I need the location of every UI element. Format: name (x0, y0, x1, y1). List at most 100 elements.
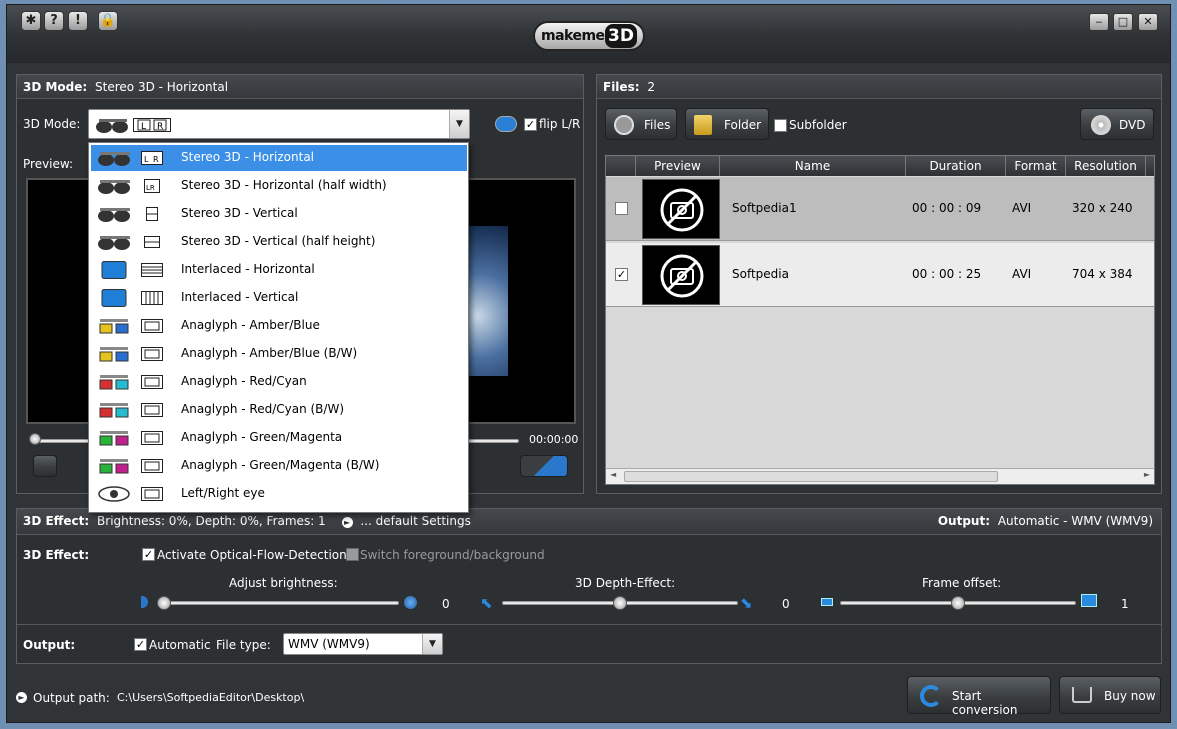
output-path-value[interactable]: C:\Users\SoftpediaEditor\Desktop\ (117, 691, 304, 704)
folder-icon (694, 115, 712, 135)
lock-icon[interactable]: 🔒 (98, 11, 118, 31)
dropdown-option-label: Stereo 3D - Horizontal (half width) (181, 178, 387, 192)
table-row[interactable]: ✓ Softpedia 00 : 00 : 25 AVI 704 x 384 (606, 243, 1154, 307)
mode-header-value: Stereo 3D - Horizontal (95, 80, 229, 94)
dropdown-option[interactable]: Left/Right eye (91, 481, 467, 507)
seek-knob[interactable] (29, 433, 41, 445)
frame-offset-knob[interactable] (951, 596, 965, 610)
flip-checkbox[interactable]: ✓ (524, 118, 537, 131)
buy-now-label: Buy now (1104, 689, 1156, 703)
volume-button[interactable] (520, 455, 568, 477)
dropdown-option[interactable]: LR Stereo 3D - Horizontal (half width) (91, 173, 467, 199)
gear-icon[interactable]: ✱ (21, 11, 41, 31)
close-button[interactable]: ✕ (1138, 13, 1158, 31)
lr-half-icon: LR (144, 179, 160, 193)
optical-flow-checkbox[interactable]: ✓ (142, 548, 155, 561)
glasses-icon (98, 180, 130, 194)
frame-offset-label: Frame offset: (922, 576, 1002, 590)
chevron-down-icon[interactable]: ▼ (422, 634, 442, 654)
file-format: AVI (1012, 267, 1032, 281)
dvd-icon (1091, 115, 1111, 135)
default-settings-link[interactable]: ... default Settings (360, 514, 471, 528)
dropdown-option[interactable]: Anaglyph - Amber/Blue (B/W) (91, 341, 467, 367)
dropdown-option-label: Stereo 3D - Vertical (181, 206, 298, 220)
file-name: Softpedia (732, 267, 789, 281)
dropdown-option-label: Anaglyph - Amber/Blue (B/W) (181, 346, 358, 360)
horizontal-scrollbar[interactable]: ◄ ► (606, 468, 1154, 484)
dvd-button[interactable]: DVD (1080, 108, 1154, 140)
dropdown-option[interactable]: Stereo 3D - Vertical (91, 201, 467, 227)
interlaced-h-icon (141, 263, 163, 277)
add-folder-button[interactable]: Folder (685, 108, 769, 140)
dropdown-option[interactable]: Anaglyph - Red/Cyan (B/W) (91, 397, 467, 423)
brightness-label: Adjust brightness: (229, 576, 338, 590)
anaglyph-amber-icon (99, 319, 129, 334)
col-format[interactable]: Format (1006, 156, 1066, 176)
film-icon (141, 375, 163, 389)
files-panel-header: Files: 2 (597, 75, 1161, 99)
col-check (606, 156, 636, 176)
dropdown-option-label: Anaglyph - Red/Cyan (181, 374, 307, 388)
chevron-down-icon[interactable]: ▼ (449, 110, 469, 138)
anaglyph-green-icon (99, 431, 129, 446)
dropdown-option-label: Left/Right eye (181, 486, 265, 500)
buy-now-button[interactable]: Buy now (1059, 676, 1161, 714)
dropdown-option-label: Anaglyph - Amber/Blue (181, 318, 320, 332)
logo-3d: 3D (605, 24, 637, 48)
start-conversion-button[interactable]: Start conversion (907, 676, 1051, 717)
dropdown-option-label: Stereo 3D - Vertical (half height) (181, 234, 376, 248)
mode-select[interactable]: LR ▼ (88, 109, 470, 139)
dropdown-option[interactable]: Interlaced - Vertical (91, 285, 467, 311)
eye-icon (98, 486, 130, 502)
dropdown-option[interactable]: Stereo 3D - Vertical (half height) (91, 229, 467, 255)
dropdown-option-label: Interlaced - Vertical (181, 290, 299, 304)
files-count: 2 (647, 80, 655, 94)
col-name[interactable]: Name (720, 156, 906, 176)
mode-header-label: 3D Mode: (23, 80, 88, 94)
frame-high-icon (1081, 594, 1097, 607)
lr-vertical-half-icon (144, 236, 160, 248)
dropdown-option[interactable]: Anaglyph - Red/Cyan (91, 369, 467, 395)
info-icon[interactable]: ! (68, 11, 88, 31)
dropdown-option[interactable]: Anaglyph - Green/Magenta (91, 425, 467, 451)
depth-knob[interactable] (613, 596, 627, 610)
mode-label: 3D Mode: (23, 117, 81, 131)
col-resolution[interactable]: Resolution (1066, 156, 1146, 176)
dropdown-option[interactable]: Interlaced - Horizontal (91, 257, 467, 283)
depth-high-icon: ⬊ (740, 594, 753, 612)
brightness-knob[interactable] (157, 596, 171, 610)
scroll-right-icon[interactable]: ► (1144, 470, 1150, 479)
effect-bar-label: 3D Effect: (23, 514, 90, 528)
help-icon[interactable]: ? (44, 11, 64, 31)
scrollbar-thumb[interactable] (624, 471, 998, 482)
no-preview-icon (642, 179, 720, 239)
automatic-label: Automatic (149, 638, 211, 652)
minimize-button[interactable]: ‒ (1089, 13, 1109, 31)
glasses-icon (96, 119, 128, 133)
switch-fg-checkbox[interactable] (346, 548, 359, 561)
file-list: Preview Name Duration Format Resolution … (605, 155, 1155, 485)
scroll-left-icon[interactable]: ◄ (610, 470, 616, 479)
filetype-select[interactable]: WMV (WMV9) ▼ (283, 633, 443, 655)
output-path-label: Output path: (33, 691, 110, 705)
col-duration[interactable]: Duration (906, 156, 1006, 176)
subfolder-checkbox[interactable] (774, 119, 787, 132)
prev-frame-button[interactable] (33, 455, 57, 477)
maximize-button[interactable]: □ (1113, 13, 1133, 31)
table-row[interactable]: Softpedia1 00 : 00 : 09 AVI 320 x 240 (606, 177, 1154, 241)
dropdown-option[interactable]: L R Stereo 3D - Horizontal (91, 145, 467, 171)
monitor-icon (101, 261, 127, 279)
lr-frame-icon: LR (141, 151, 163, 165)
add-files-button[interactable]: Files (605, 108, 677, 140)
brightness-high-icon (404, 596, 417, 609)
dropdown-option[interactable]: Anaglyph - Green/Magenta (B/W) (91, 453, 467, 479)
automatic-checkbox[interactable]: ✓ (134, 638, 147, 651)
brightness-slider[interactable] (159, 601, 399, 605)
row-checkbox[interactable] (615, 202, 628, 215)
col-preview[interactable]: Preview (636, 156, 720, 176)
cart-icon (1072, 687, 1092, 703)
brightness-low-icon (141, 596, 148, 608)
row-checkbox[interactable]: ✓ (615, 268, 628, 281)
dropdown-option[interactable]: Anaglyph - Amber/Blue (91, 313, 467, 339)
film-reel-icon (614, 115, 634, 135)
